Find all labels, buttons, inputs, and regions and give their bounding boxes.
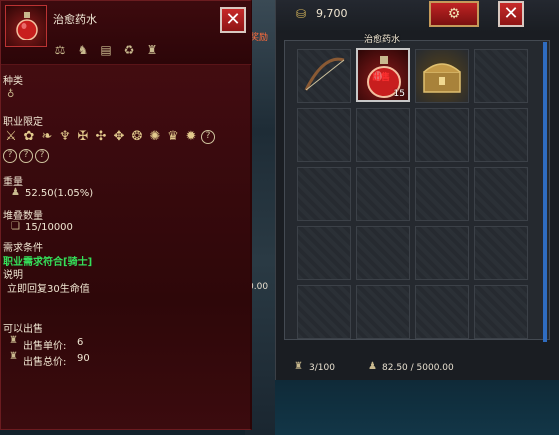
inventory-slot-empty[interactable] xyxy=(474,167,528,221)
inventory-slot-empty[interactable] xyxy=(356,226,410,280)
close-inventory-button[interactable]: ✕ xyxy=(498,1,524,27)
bow-icon xyxy=(304,57,345,91)
inventory-slot-empty[interactable] xyxy=(356,108,410,162)
class-restriction-label: 职业限定 xyxy=(3,117,43,128)
slot-quantity: 15 xyxy=(393,89,405,99)
knight-class-icon: ✠ xyxy=(77,129,89,144)
inventory-slot-empty[interactable] xyxy=(297,167,351,221)
scrollbar-thumb[interactable] xyxy=(543,42,547,342)
stack-icon: ❏ xyxy=(11,221,20,232)
inventory-footer: ♜ 3/100 ♟ 82.50 / 5000.00 xyxy=(276,352,559,380)
weight-value: 52.50(1.05%) xyxy=(25,188,94,199)
sell-tag: 出售 xyxy=(372,73,391,83)
item-detail-panel: 治愈药水 ✕ ⚖ ♞ ▤ ♻ ♜ 种类 ♁ 职业限定 ⚔ ✿ ❧ ♆ ✠ ✣ ✥… xyxy=(0,0,252,430)
gold-amount: 9,700 xyxy=(316,7,348,20)
trash-icon[interactable]: ♻ xyxy=(122,43,136,57)
weight-icon: ♟ xyxy=(11,187,20,198)
potion-icon xyxy=(16,12,38,40)
item-action-row: ⚖ ♞ ▤ ♻ ♜ xyxy=(53,43,159,57)
item-tooltip: 治愈药水 xyxy=(364,35,401,45)
item-detail-header: 治愈药水 ✕ ⚖ ♞ ▤ ♻ ♜ xyxy=(1,1,251,65)
inventory-slot-empty[interactable] xyxy=(415,285,469,339)
unknown-class-icon: ? xyxy=(35,149,49,163)
inventory-slot-healing-potion[interactable]: 出售 15 xyxy=(356,48,410,102)
weight-label: 重量 xyxy=(3,177,23,188)
archer-class-icon: ❧ xyxy=(41,129,53,144)
unknown-class-row: ? ? ? xyxy=(3,149,49,163)
assassin-class-icon: ✣ xyxy=(95,129,107,144)
inventory-scrollbar[interactable] xyxy=(543,42,547,342)
inventory-slot-empty[interactable] xyxy=(415,226,469,280)
hand-coin-icon[interactable]: ♞ xyxy=(76,43,90,57)
mage-class-icon: ✿ xyxy=(23,129,35,144)
bag-icon: ♜ xyxy=(294,361,303,372)
coin-stack-icon: ♜ xyxy=(9,335,18,346)
unit-price-label: 出售单价: xyxy=(23,341,67,352)
inventory-slot-empty[interactable] xyxy=(474,226,528,280)
total-price-label: 出售总价: xyxy=(23,357,67,368)
summoner-class-icon: ❂ xyxy=(131,129,143,144)
close-detail-button[interactable]: ✕ xyxy=(220,7,246,33)
game-screen: { "background": { "peek_text_top": "奖励",… xyxy=(0,0,559,435)
priest-class-icon: ✥ xyxy=(113,129,125,144)
background-bottom xyxy=(275,380,559,435)
weight-icon: ♟ xyxy=(368,361,377,372)
sellable-label: 可以出售 xyxy=(3,324,43,335)
inventory-slot-empty[interactable] xyxy=(474,285,528,339)
inventory-grid: 出售 15 xyxy=(284,40,550,340)
inventory-panel: ⛁ 9,700 ⚙ ✕ 出售 15 治愈药水 ♜ 3/100 ♟ 82.50 /… xyxy=(275,0,559,380)
chest-icon[interactable]: ▤ xyxy=(99,43,113,57)
stack-value: 15/10000 xyxy=(25,222,73,233)
slot-count: 3/100 xyxy=(309,363,335,373)
class-icon-row: ⚔ ✿ ❧ ♆ ✠ ✣ ✥ ❂ ✺ ♛ ✹ ? xyxy=(3,129,215,145)
description-label: 说明 xyxy=(3,270,23,281)
paladin-class-icon: ♛ xyxy=(167,129,179,144)
inventory-slot-empty[interactable] xyxy=(297,108,351,162)
blade-class-icon: ✺ xyxy=(149,129,161,144)
potion-type-icon: ♁ xyxy=(7,89,15,100)
type-label: 种类 xyxy=(3,76,23,87)
unknown-class-icon: ? xyxy=(19,149,33,163)
inventory-slot-empty[interactable] xyxy=(356,285,410,339)
inventory-header: ⛁ 9,700 ⚙ ✕ xyxy=(276,0,559,32)
unknown-class-icon: ? xyxy=(3,149,17,163)
inventory-slot-empty[interactable] xyxy=(356,167,410,221)
sort-inventory-button[interactable]: ⚙ xyxy=(429,1,479,27)
scale-icon[interactable]: ⚖ xyxy=(53,43,67,57)
total-price-value: 90 xyxy=(77,353,90,364)
inventory-weight: 82.50 / 5000.00 xyxy=(382,363,454,373)
warrior-class-icon: ⚔ xyxy=(5,129,17,144)
inventory-slot-empty[interactable] xyxy=(297,285,351,339)
inventory-slot-empty[interactable] xyxy=(474,108,528,162)
unit-price-value: 6 xyxy=(77,337,84,348)
inventory-slot-empty[interactable] xyxy=(415,167,469,221)
treasure-chest-icon xyxy=(423,63,461,93)
unknown-class-icon: ? xyxy=(201,130,215,144)
gold-coin-icon: ⛁ xyxy=(296,7,307,21)
requirement-label: 需求条件 xyxy=(3,243,43,254)
background-reward-text: 奖励 xyxy=(250,33,269,43)
inventory-slot-treasure-chest[interactable] xyxy=(415,49,469,103)
item-name: 治愈药水 xyxy=(53,13,97,26)
bag-icon[interactable]: ♜ xyxy=(145,43,159,57)
description-value: 立即回复30生命值 xyxy=(7,284,90,295)
inventory-slot-empty[interactable] xyxy=(415,108,469,162)
inventory-slot-bow[interactable] xyxy=(297,49,351,103)
inventory-slot-empty[interactable] xyxy=(474,49,528,103)
inventory-slot-empty[interactable] xyxy=(297,226,351,280)
sort-icon: ⚙ xyxy=(447,6,461,22)
coin-stack-icon: ♜ xyxy=(9,351,18,362)
dragon-class-icon: ♆ xyxy=(59,129,71,144)
stack-label: 堆叠数量 xyxy=(3,211,43,222)
fire-class-icon: ✹ xyxy=(185,129,197,144)
item-icon-frame xyxy=(5,5,47,47)
